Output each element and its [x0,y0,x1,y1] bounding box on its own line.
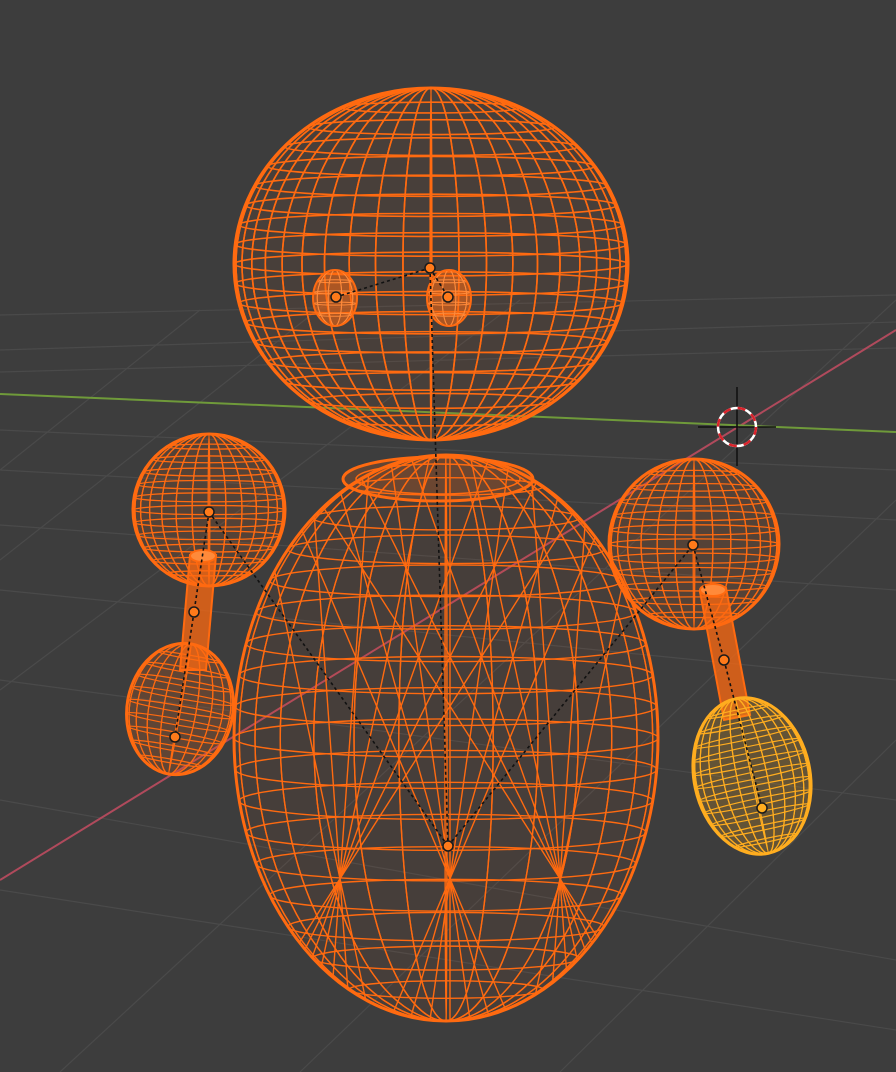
3d-viewport[interactable] [0,0,896,1072]
origin-eye-right [442,291,454,303]
origin-head [424,262,436,274]
3d-cursor-icon[interactable] [698,387,776,466]
origin-arm-left [188,606,200,618]
origin-shoulder-right [687,539,699,551]
origin-eye-left [330,291,342,303]
origin-shoulder-left [203,506,215,518]
origin-hand-left [169,731,181,743]
origin-arm-right [718,654,730,666]
origin-hand-right [756,802,768,814]
hand-right-mesh-active[interactable] [679,687,825,866]
origin-body [442,840,454,852]
